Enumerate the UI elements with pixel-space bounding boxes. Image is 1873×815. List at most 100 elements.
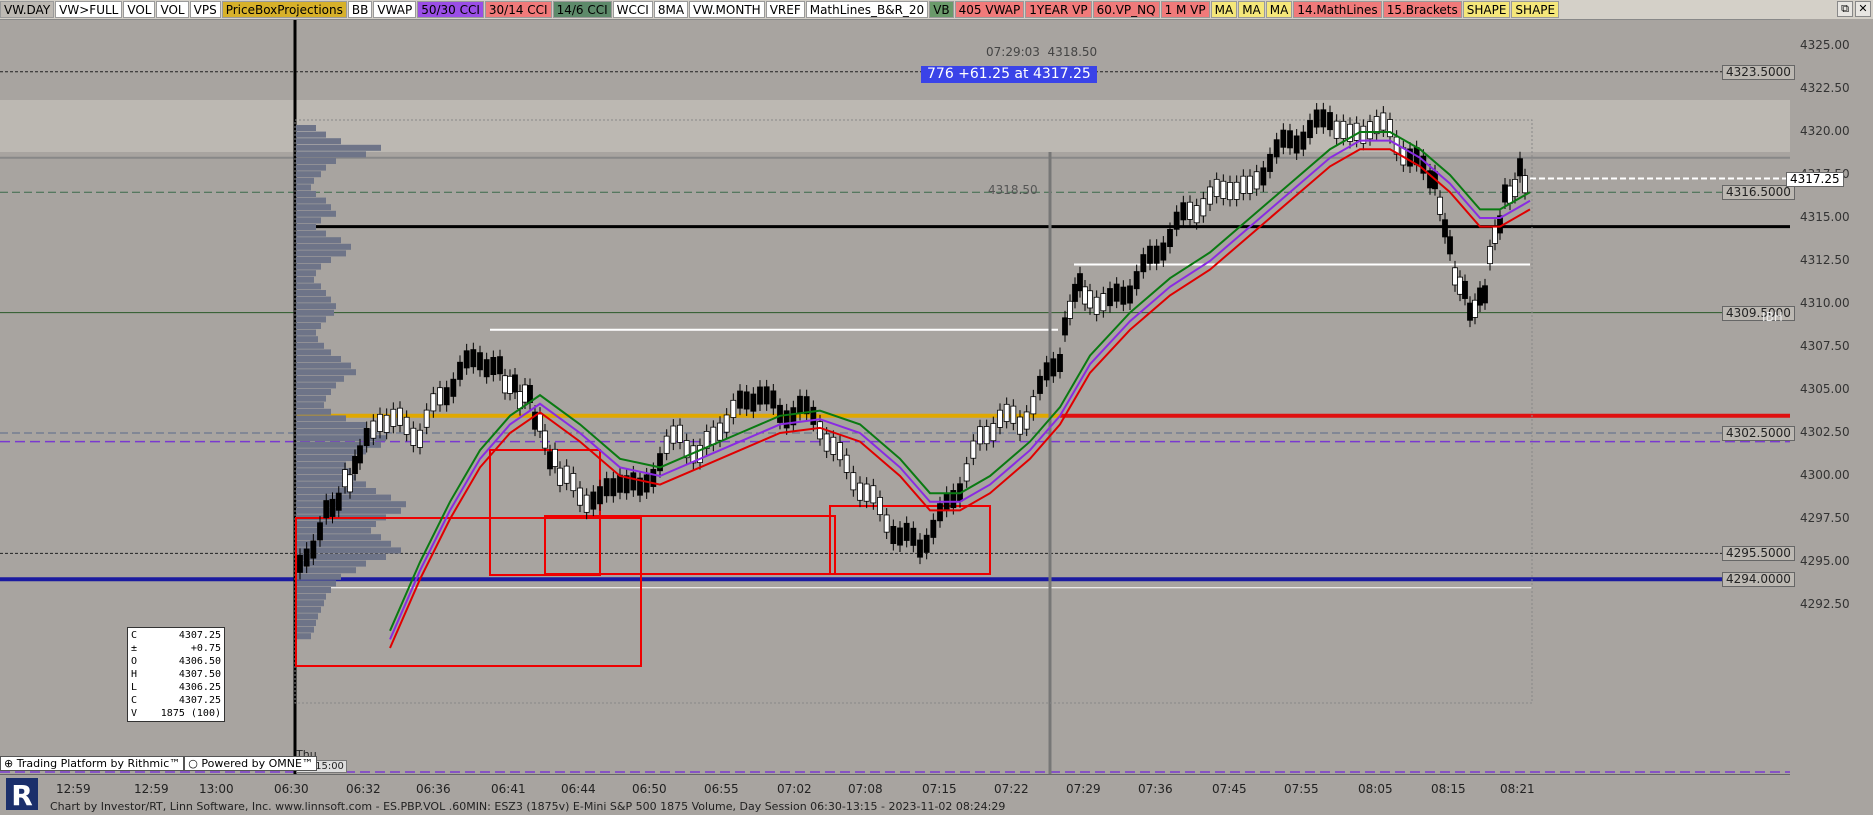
candle-body bbox=[1487, 246, 1493, 265]
candle-body bbox=[1380, 112, 1387, 131]
ohlc-key: C bbox=[131, 630, 138, 641]
candle-body bbox=[1240, 175, 1247, 194]
volume-profile-bar bbox=[296, 521, 376, 527]
indicator-button[interactable]: VW.DAY bbox=[0, 1, 55, 18]
indicator-button[interactable]: 15.Brackets bbox=[1382, 1, 1462, 18]
candle-body bbox=[1502, 184, 1508, 203]
volume-profile-bar bbox=[296, 593, 326, 600]
indicator-button[interactable]: 30/14 CCI bbox=[484, 1, 552, 18]
time-tick-label: 07:22 bbox=[994, 782, 1029, 796]
candle-body bbox=[1492, 225, 1498, 244]
volume-profile-bar bbox=[296, 125, 316, 131]
indicator-button[interactable]: VOL bbox=[123, 1, 156, 18]
indicator-button[interactable]: SHAPE bbox=[1511, 1, 1560, 18]
ohlc-row: H 4307.50 bbox=[131, 668, 221, 681]
indicator-button[interactable]: VPS bbox=[189, 1, 221, 18]
volume-profile-bar bbox=[296, 540, 391, 547]
volume-profile-bar bbox=[296, 587, 331, 593]
volume-profile-bar bbox=[296, 362, 351, 369]
candle-body bbox=[723, 414, 730, 433]
candle-body bbox=[470, 349, 477, 368]
indicator-button[interactable]: MA bbox=[1238, 1, 1265, 18]
indicator-button[interactable]: 405 VWAP bbox=[954, 1, 1025, 18]
indicator-button[interactable]: 50/30 CCI bbox=[417, 1, 484, 18]
indicator-button[interactable]: 14.MathLines bbox=[1293, 1, 1382, 18]
candle-body bbox=[347, 474, 353, 493]
candle-body bbox=[1507, 185, 1513, 204]
candle-body bbox=[1153, 245, 1160, 264]
candle-body bbox=[1437, 196, 1443, 215]
indicator-button[interactable]: VW>FULL bbox=[55, 1, 123, 18]
candle-body bbox=[1467, 302, 1473, 321]
indicator-button[interactable]: VB bbox=[929, 1, 954, 18]
volume-profile-bar bbox=[296, 217, 321, 224]
volume-profile-bar bbox=[296, 158, 336, 164]
level-price-box: 4309.5000 bbox=[1722, 305, 1795, 321]
candle-body bbox=[1062, 317, 1068, 336]
candle-body bbox=[357, 445, 363, 464]
candle-body bbox=[1140, 254, 1147, 273]
indicator-button[interactable]: MA bbox=[1210, 1, 1238, 18]
restore-window-icon[interactable]: ⧉ bbox=[1837, 1, 1853, 17]
price-tick-label: 4305.00 bbox=[1800, 382, 1850, 396]
indicator-button[interactable]: VWAP bbox=[373, 1, 417, 18]
candle-body bbox=[1293, 135, 1300, 154]
indicator-button[interactable]: MathLines_B&R_20 bbox=[805, 1, 929, 18]
candle-body bbox=[547, 451, 553, 470]
close-window-icon[interactable]: ✕ bbox=[1855, 1, 1871, 17]
indicator-button[interactable]: 8MA bbox=[653, 1, 689, 18]
candle-body bbox=[583, 494, 590, 513]
indicator-button[interactable]: 14/6 CCI bbox=[552, 1, 612, 18]
candle-body bbox=[537, 413, 543, 432]
ohlc-row: C 4307.25 bbox=[131, 694, 221, 707]
indicator-button[interactable]: PriceBoxProjections bbox=[221, 1, 347, 18]
indicator-button[interactable]: 1 M VP bbox=[1160, 1, 1210, 18]
indicator-button[interactable]: VOL bbox=[156, 1, 189, 18]
candle-body bbox=[737, 390, 743, 409]
indicator-button[interactable]: MA bbox=[1265, 1, 1293, 18]
candle-body bbox=[437, 387, 443, 406]
candle-body bbox=[1340, 120, 1347, 139]
rithmic-attribution[interactable]: ⊕ Trading Platform by Rithmic™ bbox=[0, 756, 185, 771]
volume-profile-bar bbox=[296, 626, 314, 633]
level-price-box: 4302.5000 bbox=[1722, 426, 1795, 441]
time-axis[interactable]: 12:59 12:59 13:00 06:30 06:32 06:36 06:41 06:44… bbox=[0, 774, 1790, 799]
candle-body bbox=[590, 491, 597, 510]
indicator-button[interactable]: 60.VP_NQ bbox=[1092, 1, 1160, 18]
indicator-button[interactable]: SHAPE bbox=[1462, 1, 1511, 18]
candle-body bbox=[1300, 131, 1307, 150]
volume-profile-bar bbox=[296, 131, 326, 138]
indicator-button[interactable]: VW.MONTH bbox=[689, 1, 765, 18]
indicator-button[interactable]: BB bbox=[347, 1, 373, 18]
candle-body bbox=[883, 514, 890, 533]
candle-body bbox=[783, 410, 790, 429]
ohlc-value: 4306.50 bbox=[178, 656, 221, 667]
time-tick-label: 06:30 bbox=[274, 782, 309, 796]
volume-profile-bar bbox=[296, 138, 341, 145]
indicator-button[interactable]: WCCI bbox=[612, 1, 653, 18]
time-tick-label: 07:45 bbox=[1212, 782, 1247, 796]
candle-body bbox=[352, 456, 358, 475]
indicator-button[interactable]: 1YEAR VP bbox=[1025, 1, 1092, 18]
candle-body bbox=[457, 361, 463, 380]
omne-attribution[interactable]: ○ Powered by OMNE™ bbox=[184, 756, 317, 771]
candle-body bbox=[1082, 286, 1088, 305]
time-tick-label: 06:44 bbox=[561, 782, 596, 796]
omne-text: Powered by OMNE™ bbox=[201, 757, 313, 770]
clock-readout: 07:29:03 4318.50 bbox=[986, 45, 1097, 59]
volume-profile-bar bbox=[296, 356, 341, 362]
volume-profile-bar bbox=[296, 164, 326, 171]
candle-body bbox=[1067, 300, 1073, 319]
price-chart[interactable] bbox=[0, 19, 1790, 774]
volume-profile-bar bbox=[296, 395, 326, 402]
candle-body bbox=[397, 407, 403, 426]
time-tick-label: 08:05 bbox=[1358, 782, 1393, 796]
candle-body bbox=[1320, 109, 1327, 128]
indicator-button[interactable]: VREF bbox=[765, 1, 805, 18]
candle-body bbox=[1280, 129, 1287, 148]
price-axis[interactable]: 4325.004322.504320.004317.504315.004312.… bbox=[1722, 19, 1873, 774]
vwap-purple-line bbox=[389, 139, 1531, 640]
candle-body bbox=[863, 483, 870, 502]
ohlc-key: L bbox=[131, 682, 138, 693]
candle-body bbox=[817, 421, 823, 440]
